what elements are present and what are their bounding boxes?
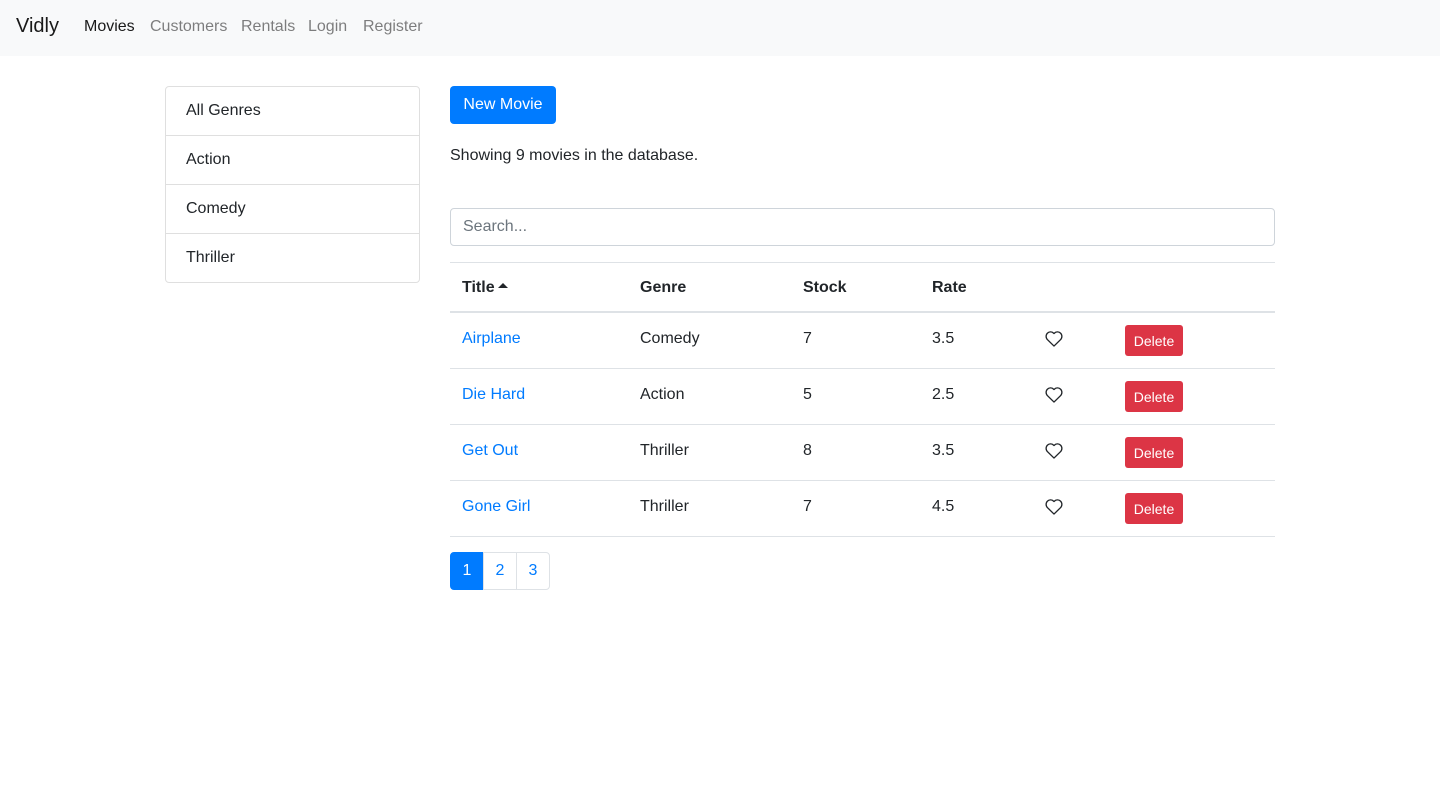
movie-title-link[interactable]: Get Out	[462, 442, 518, 460]
movie-genre: Comedy	[640, 330, 700, 347]
header-title[interactable]: Title	[462, 279, 508, 297]
heart-icon[interactable]	[1044, 385, 1064, 405]
search-input[interactable]	[450, 208, 1275, 246]
nav-customers[interactable]: Customers	[150, 18, 227, 36]
nav-login[interactable]: Login	[308, 18, 347, 36]
genre-item-action[interactable]: Action	[166, 136, 419, 185]
genre-item-all[interactable]: All Genres	[166, 87, 419, 136]
heart-icon[interactable]	[1044, 497, 1064, 517]
movies-table: Title Genre Stock Rate Airplane Comedy 7…	[450, 262, 1275, 537]
movie-rate: 3.5	[932, 330, 955, 347]
brand-logo[interactable]: Vidly	[16, 15, 59, 38]
movie-genre: Action	[640, 386, 685, 403]
new-movie-button[interactable]: New Movie	[450, 86, 556, 124]
table-row: Airplane Comedy 7 3.5 Delete	[450, 313, 1275, 369]
movie-stock: 5	[803, 386, 812, 403]
movie-rate: 2.5	[932, 386, 955, 403]
table-row: Get Out Thriller 8 3.5 Delete	[450, 425, 1275, 481]
table-row: Gone Girl Thriller 7 4.5 Delete	[450, 481, 1275, 537]
header-genre[interactable]: Genre	[640, 279, 686, 297]
movie-genre: Thriller	[640, 498, 689, 515]
nav-movies[interactable]: Movies	[84, 18, 135, 36]
nav-rentals[interactable]: Rentals	[241, 18, 295, 36]
delete-button[interactable]: Delete	[1125, 437, 1183, 468]
table-header: Title Genre Stock Rate	[450, 263, 1275, 313]
caret-up-icon	[497, 283, 508, 288]
movie-rate: 3.5	[932, 442, 955, 459]
page-link-2[interactable]: 2	[483, 552, 517, 590]
table-row: Die Hard Action 5 2.5 Delete	[450, 369, 1275, 425]
movie-count-summary: Showing 9 movies in the database.	[450, 147, 699, 164]
movie-rate: 4.5	[932, 498, 955, 515]
movie-genre: Thriller	[640, 442, 689, 459]
genre-item-thriller[interactable]: Thriller	[166, 234, 419, 282]
page-link-1[interactable]: 1	[450, 552, 484, 590]
heart-icon[interactable]	[1044, 441, 1064, 461]
genre-item-comedy[interactable]: Comedy	[166, 185, 419, 234]
page-link-3[interactable]: 3	[516, 552, 550, 590]
movie-stock: 7	[803, 498, 812, 515]
delete-button[interactable]: Delete	[1125, 493, 1183, 524]
movie-stock: 8	[803, 442, 812, 459]
header-stock[interactable]: Stock	[803, 279, 847, 297]
header-rate[interactable]: Rate	[932, 279, 967, 297]
delete-button[interactable]: Delete	[1125, 325, 1183, 356]
movie-stock: 7	[803, 330, 812, 347]
delete-button[interactable]: Delete	[1125, 381, 1183, 412]
navbar: Vidly Movies Customers Rentals Login Reg…	[0, 0, 1440, 56]
heart-icon[interactable]	[1044, 329, 1064, 349]
movie-title-link[interactable]: Die Hard	[462, 386, 525, 404]
movie-title-link[interactable]: Gone Girl	[462, 498, 530, 516]
genre-list: All Genres Action Comedy Thriller	[165, 86, 420, 283]
pagination: 1 2 3	[450, 552, 550, 590]
movie-title-link[interactable]: Airplane	[462, 330, 521, 348]
nav-register[interactable]: Register	[363, 18, 423, 36]
